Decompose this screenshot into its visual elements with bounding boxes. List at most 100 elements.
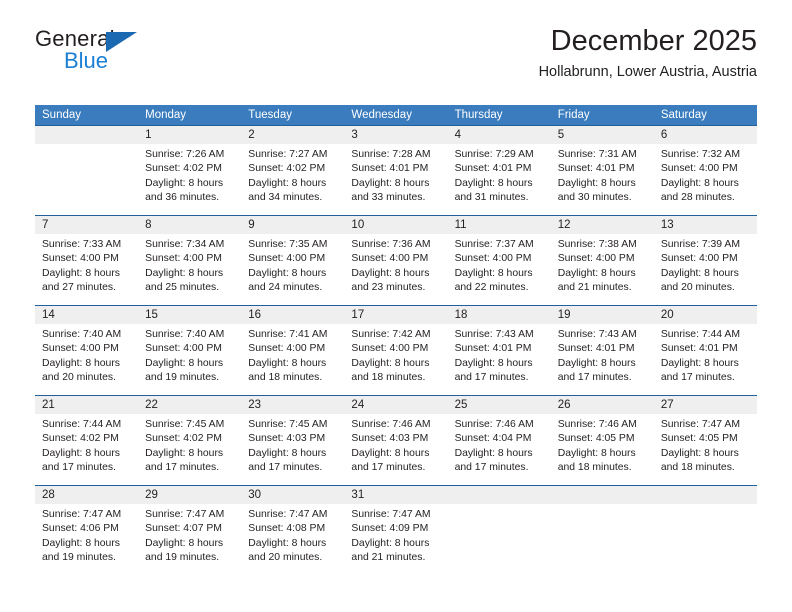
day-number: 23 [248,399,262,411]
week-detail-row: Sunrise: 7:33 AM Sunset: 4:00 PM Dayligh… [35,234,757,305]
day-cell: Sunrise: 7:40 AM Sunset: 4:00 PM Dayligh… [35,324,138,395]
daylight-text-line2: and 24 minutes. [248,281,323,293]
sunset-text: Sunset: 4:01 PM [454,343,532,355]
daylight-text-line2: and 20 minutes. [660,281,735,293]
sunrise-text: Sunrise: 7:44 AM [660,329,740,340]
weekday-header-wednesday: Wednesday [351,109,412,121]
daylight-text-line1: Daylight: 8 hours [248,447,327,459]
day-number: 8 [145,219,152,231]
sunrise-text: Sunrise: 7:40 AM [42,329,122,340]
weekday-header-sunday: Sunday [42,109,82,121]
sunrise-text: Sunrise: 7:47 AM [42,509,122,520]
daylight-text-line1: Daylight: 8 hours [351,177,430,189]
sunset-text: Sunset: 4:01 PM [351,163,429,175]
day-cell: Sunrise: 7:32 AM Sunset: 4:00 PM Dayligh… [654,144,757,215]
daylight-text-line2: and 21 minutes. [557,281,632,293]
day-number: 1 [145,129,152,141]
daylight-text-line1: Daylight: 8 hours [454,447,533,459]
day-cell: Sunrise: 7:39 AM Sunset: 4:00 PM Dayligh… [654,234,757,305]
weekday-header-saturday: Saturday [660,109,707,121]
day-cell: Sunrise: 7:46 AM Sunset: 4:04 PM Dayligh… [448,414,551,485]
daylight-text-line2: and 17 minutes. [42,461,116,473]
daylight-text-line2: and 31 minutes. [454,191,529,203]
day-number: 21 [42,399,55,411]
daylight-text-line1: Daylight: 8 hours [660,447,739,459]
daylight-text-line2: and 18 minutes. [351,371,426,383]
sunset-text: Sunset: 4:03 PM [248,433,326,445]
day-number: 2 [248,129,255,141]
daylight-text-line2: and 22 minutes. [454,281,529,293]
daylight-text-line1: Daylight: 8 hours [557,177,636,189]
daylight-text-line1: Daylight: 8 hours [42,537,120,549]
day-cell: Sunrise: 7:34 AM Sunset: 4:00 PM Dayligh… [138,234,241,305]
sunset-text: Sunset: 4:00 PM [248,253,326,265]
daylight-text-line2: and 17 minutes. [454,371,529,383]
day-cell: Sunrise: 7:46 AM Sunset: 4:05 PM Dayligh… [551,414,654,485]
daylight-text-line1: Daylight: 8 hours [454,177,533,189]
sunrise-text: Sunrise: 7:45 AM [145,419,225,430]
day-number: 7 [42,219,49,231]
sunrise-text: Sunrise: 7:39 AM [660,239,740,250]
calendar-week-row: 7 8 9 10 11 12 13 Sunrise: 7:33 AM Sunse… [35,215,757,305]
sunset-text: Sunset: 4:01 PM [454,163,532,175]
daylight-text-line1: Daylight: 8 hours [351,537,430,549]
calendar-week-row: 28 29 30 31 Sunrise: 7:47 AM Sunset: 4:0… [35,485,757,575]
daylight-text-line1: Daylight: 8 hours [248,357,327,369]
sunset-text: Sunset: 4:05 PM [557,433,635,445]
sunrise-text: Sunrise: 7:40 AM [145,329,225,340]
sunrise-text: Sunrise: 7:35 AM [248,239,328,250]
daylight-text-line1: Daylight: 8 hours [42,357,120,369]
weekday-header-tuesday: Tuesday [248,109,292,121]
day-number: 12 [557,219,571,231]
daylight-text-line2: and 18 minutes. [557,461,632,473]
sunset-text: Sunset: 4:01 PM [660,343,738,355]
day-number: 15 [145,309,158,321]
daylight-text-line2: and 17 minutes. [454,461,529,473]
day-number: 5 [557,129,565,141]
daylight-text-line2: and 20 minutes. [248,551,323,563]
day-number: 20 [660,309,674,321]
daylight-text-line1: Daylight: 8 hours [660,177,739,189]
daylight-text-line2: and 19 minutes. [145,551,220,563]
day-number: 22 [145,399,158,411]
day-cell: Sunrise: 7:47 AM Sunset: 4:06 PM Dayligh… [35,504,138,575]
daylight-text-line1: Daylight: 8 hours [557,267,636,279]
weekday-header-monday: Monday [145,109,187,121]
day-number: 13 [660,219,674,231]
daylight-text-line2: and 20 minutes. [42,371,116,383]
weekday-header-thursday: Thursday [454,109,503,121]
day-number: 25 [454,399,468,411]
day-number [551,486,654,504]
sunset-text: Sunset: 4:00 PM [351,253,429,265]
day-number: 31 [351,489,365,501]
day-cell [551,504,654,575]
daylight-text-line1: Daylight: 8 hours [351,357,430,369]
sunset-text: Sunset: 4:07 PM [145,523,222,535]
sunrise-text: Sunrise: 7:42 AM [351,329,431,340]
daylight-text-line2: and 18 minutes. [248,371,323,383]
sunrise-text: Sunrise: 7:41 AM [248,329,328,340]
day-cell [448,504,551,575]
sunrise-text: Sunrise: 7:37 AM [454,239,534,250]
week-date-number-row: 7 8 9 10 11 12 13 [35,216,757,234]
day-number: 19 [557,309,571,321]
general-blue-logo: General Blue [35,28,265,78]
daylight-text-line2: and 17 minutes. [145,461,220,473]
daylight-text-line1: Daylight: 8 hours [145,177,224,189]
day-cell: Sunrise: 7:44 AM Sunset: 4:02 PM Dayligh… [35,414,138,485]
sunset-text: Sunset: 4:00 PM [145,253,222,265]
sunrise-text: Sunrise: 7:46 AM [351,419,431,430]
day-cell [654,504,757,575]
sunrise-text: Sunrise: 7:36 AM [351,239,431,250]
calendar-grid: Sunday Monday Tuesday Wednesday Thursday… [35,105,757,575]
day-cell: Sunrise: 7:26 AM Sunset: 4:02 PM Dayligh… [138,144,241,215]
week-date-number-row: 28 29 30 31 [35,486,757,504]
daylight-text-line1: Daylight: 8 hours [454,357,533,369]
day-cell: Sunrise: 7:29 AM Sunset: 4:01 PM Dayligh… [448,144,551,215]
day-number: 27 [660,399,674,411]
sunset-text: Sunset: 4:02 PM [145,163,222,175]
daylight-text-line2: and 33 minutes. [351,191,426,203]
day-number: 30 [248,489,262,501]
sunrise-text: Sunrise: 7:31 AM [557,149,637,160]
daylight-text-line2: and 17 minutes. [557,371,632,383]
